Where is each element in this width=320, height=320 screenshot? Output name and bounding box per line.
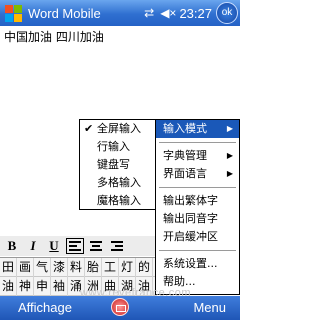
system-tray: ⇄ ◀× 23:27 ok bbox=[144, 0, 240, 26]
clock[interactable]: 23:27 bbox=[179, 6, 212, 21]
menu-item[interactable]: 输出繁体字 bbox=[156, 192, 239, 210]
menu-item-label: 行输入 bbox=[97, 140, 130, 153]
menu-item-label: 全屏输入 bbox=[97, 122, 141, 135]
connectivity-icon[interactable]: ⇄ bbox=[144, 6, 154, 20]
menu-separator bbox=[159, 142, 236, 143]
candidate-char[interactable]: 神 bbox=[17, 277, 34, 296]
input-mode-item[interactable]: 行输入 bbox=[80, 138, 158, 156]
align-center-icon[interactable] bbox=[87, 238, 105, 254]
candidate-char[interactable]: 袖 bbox=[51, 277, 68, 296]
input-mode-item[interactable]: ✔ 全屏输入 bbox=[80, 120, 158, 138]
candidate-char[interactable]: 气 bbox=[34, 258, 51, 277]
input-mode-item[interactable]: 魔格输入 bbox=[80, 192, 158, 210]
menu-item-label: 开启缓冲区 bbox=[163, 230, 218, 243]
menu-separator bbox=[159, 187, 236, 188]
input-mode-submenu: ✔ 全屏输入行输入键盘写多格输入魔格输入 bbox=[79, 119, 159, 210]
candidate-char[interactable]: 灯 bbox=[119, 258, 136, 277]
input-mode-item[interactable]: 多格输入 bbox=[80, 174, 158, 192]
underline-button[interactable]: U bbox=[45, 237, 63, 255]
align-right-icon[interactable] bbox=[108, 238, 126, 254]
menu-separator bbox=[159, 250, 236, 251]
menu-item-label: 界面语言 bbox=[163, 167, 207, 180]
softkey-bar: Affichage Menu bbox=[0, 296, 240, 320]
align-left-icon[interactable] bbox=[66, 238, 84, 254]
submenu-arrow-icon: ▶ bbox=[226, 124, 233, 133]
check-icon: ✔ bbox=[84, 122, 94, 135]
menu-item-label: 键盘写 bbox=[97, 158, 130, 171]
candidate-char[interactable]: 油 bbox=[0, 277, 17, 296]
candidate-char[interactable]: 漆 bbox=[51, 258, 68, 277]
menu-item-label: 输出繁体字 bbox=[163, 194, 218, 207]
ok-button[interactable]: ok bbox=[216, 2, 238, 24]
windows-flag-icon[interactable] bbox=[2, 2, 24, 24]
candidate-char[interactable]: 画 bbox=[17, 258, 34, 277]
bold-button[interactable]: B bbox=[3, 237, 21, 255]
volume-icon[interactable]: ◀× bbox=[160, 6, 176, 20]
menu-item-label: 字典管理 bbox=[163, 149, 207, 162]
input-mode-item[interactable]: 键盘写 bbox=[80, 156, 158, 174]
menu-item[interactable]: 界面语言 ▶ bbox=[156, 165, 239, 183]
candidate-char[interactable]: 田 bbox=[0, 258, 17, 277]
softkey-left[interactable]: Affichage bbox=[18, 296, 72, 320]
submenu-arrow-icon: ▶ bbox=[226, 151, 233, 160]
document-text[interactable]: 中国加油 四川加油 bbox=[4, 28, 104, 45]
menu-item-label: 输出同音字 bbox=[163, 212, 218, 225]
menu-item[interactable]: 系统设置... bbox=[156, 255, 239, 273]
menu-item-label: 系统设置... bbox=[163, 257, 218, 270]
app-title: Word Mobile bbox=[28, 5, 101, 21]
softkey-menu[interactable]: Menu bbox=[193, 296, 226, 320]
keyboard-icon[interactable] bbox=[111, 298, 129, 316]
candidate-char[interactable]: 料 bbox=[68, 258, 85, 277]
italic-button[interactable]: I bbox=[24, 237, 42, 255]
menu-item[interactable]: 输入模式 ▶ bbox=[156, 120, 239, 138]
format-toolbar: B I U bbox=[0, 236, 155, 256]
candidate-char[interactable]: 的 bbox=[136, 258, 153, 277]
candidate-char[interactable]: 工 bbox=[102, 258, 119, 277]
title-bar: Word Mobile ⇄ ◀× 23:27 ok bbox=[0, 0, 240, 26]
menu-item[interactable]: 输出同音字 bbox=[156, 210, 239, 228]
menu-item-label: 多格输入 bbox=[97, 176, 141, 189]
submenu-arrow-icon: ▶ bbox=[226, 169, 233, 178]
candidate-char[interactable]: 胎 bbox=[85, 258, 102, 277]
menu-item-label: 魔格输入 bbox=[97, 194, 141, 207]
ime-main-menu: 输入模式 ▶ 字典管理 ▶ 界面语言 ▶ 输出繁体字 输出同音字 开启缓冲区 系统设置... 帮助.… bbox=[155, 119, 240, 295]
menu-item-label: 输入模式 bbox=[163, 122, 207, 135]
menu-item[interactable]: 字典管理 ▶ bbox=[156, 147, 239, 165]
candidate-row: 田画气漆料胎工灯的 bbox=[0, 258, 155, 277]
candidate-char[interactable]: 申 bbox=[34, 277, 51, 296]
menu-item[interactable]: 开启缓冲区 bbox=[156, 228, 239, 246]
